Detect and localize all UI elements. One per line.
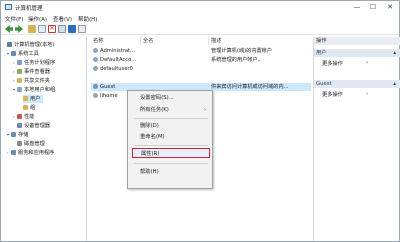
table-row[interactable]: Administrat... 管理计算机(域)的内置帐户 <box>91 47 311 55</box>
back-arrow-icon[interactable] <box>5 25 13 33</box>
title-bar: 计算机管理 — ☐ ✕ <box>1 1 399 13</box>
menu-view[interactable]: 查看(V) <box>53 15 72 23</box>
folder-icon[interactable] <box>28 25 36 33</box>
actions-group-users[interactable]: 用户 ▴ <box>314 49 400 57</box>
menu-separator <box>134 163 208 164</box>
performance-icon <box>17 113 22 119</box>
computer-management-window: 计算机管理 — ☐ ✕ 文件(F) 操作(A) 查看(V) 帮助(H) ✕ 计算… <box>0 0 400 242</box>
menu-item-rename[interactable]: 重命名(M) <box>128 132 212 142</box>
forward-arrow-icon[interactable] <box>15 25 23 33</box>
menu-item-help[interactable]: 帮助(H) <box>128 167 212 177</box>
maximize-button[interactable]: ☐ <box>365 2 381 12</box>
tree-item-storage[interactable]: ▾ 存储 <box>7 131 28 139</box>
user-name: defaultuser0 <box>100 66 133 72</box>
user-name: Guest <box>100 84 116 90</box>
chevron-right-icon: › <box>366 60 368 66</box>
tree-item-task-scheduler[interactable]: › 任务计划程序 <box>13 59 55 67</box>
close-button[interactable]: ✕ <box>382 2 398 12</box>
folder-icon <box>23 95 28 101</box>
more-actions-users[interactable]: 更多操作 › <box>322 60 368 67</box>
menu-item-all-tasks[interactable]: 所有任务(K) › <box>128 105 212 115</box>
window-title: 计算机管理 <box>15 6 43 12</box>
tree-item-shared-folders[interactable]: › 共享文件夹 <box>13 77 50 85</box>
user-description: 管理计算机(域)的内置帐户 <box>211 48 273 54</box>
disk-icon <box>17 140 22 146</box>
user-icon <box>93 65 98 71</box>
user-description: 供来宾访问计算机或访问域的内... <box>211 84 289 90</box>
minimize-button[interactable]: — <box>349 2 365 12</box>
delete-icon[interactable]: ✕ <box>48 25 56 33</box>
folder-icon <box>23 104 28 110</box>
tree-item-device-manager[interactable]: 设备管理器 <box>13 122 50 130</box>
context-menu: 设置密码(S)... 所有任务(K) › 删除(D) 重命名(M) 属性(R) … <box>127 90 213 189</box>
user-name: lihome <box>100 93 118 99</box>
table-row[interactable]: DefaultAcco... 系统管理的用户帐户。 <box>91 56 311 64</box>
help-icon[interactable] <box>68 25 76 33</box>
chevron-right-icon: › <box>204 107 206 113</box>
navigation-tree: 计算机管理(本地) ▾ 系统工具 › 任务计划程序 › 事件查看器 › 共享文件夹 ▾ 本… <box>1 37 87 241</box>
toolbar: ✕ <box>1 23 399 35</box>
services-icon <box>11 149 16 155</box>
tree-item-computer-management[interactable]: 计算机管理(本地) <box>3 41 54 49</box>
actions-pane: 操作 用户 ▴ 更多操作 › Guest ▴ 更多操作 › <box>313 37 400 241</box>
user-icon <box>93 47 98 53</box>
user-icon <box>93 92 98 98</box>
menu-item-set-password[interactable]: 设置密码(S)... <box>128 93 212 103</box>
more-actions-guest[interactable]: 更多操作 › <box>322 91 368 98</box>
users-icon <box>17 86 22 92</box>
menu-separator <box>134 145 208 146</box>
menu-item-properties[interactable]: 属性(R) <box>132 148 210 158</box>
menu-item-delete[interactable]: 删除(D) <box>128 121 212 131</box>
tree-item-system-tools[interactable]: ▾ 系统工具 <box>7 50 39 58</box>
show-hide-tree-icon[interactable] <box>38 25 46 33</box>
collapse-arrow-icon[interactable]: ▴ <box>393 49 396 57</box>
tree-item-event-viewer[interactable]: › 事件查看器 <box>13 68 50 76</box>
menu-action[interactable]: 操作(A) <box>28 15 47 23</box>
user-name: Administrat... <box>100 48 136 54</box>
tools-icon <box>11 50 16 56</box>
properties-icon[interactable] <box>58 25 66 33</box>
storage-icon <box>11 131 16 137</box>
computer-icon <box>7 41 12 47</box>
tree-item-users[interactable]: 用户 <box>23 95 44 103</box>
disabled-user-icon <box>93 83 98 89</box>
computer-management-icon <box>5 4 12 10</box>
event-viewer-icon <box>17 68 22 74</box>
user-icon <box>93 56 98 62</box>
tree-item-local-users-groups[interactable]: ▾ 本地用户和组 <box>13 86 55 94</box>
console-icon[interactable] <box>78 25 86 33</box>
menu-file[interactable]: 文件(F) <box>5 15 23 23</box>
tree-item-disk-management[interactable]: 磁盘管理 <box>13 140 45 148</box>
collapse-arrow-icon[interactable]: ▴ <box>393 80 396 88</box>
tree-item-performance[interactable]: › 性能 <box>13 113 34 121</box>
actions-header: 操作 <box>314 37 400 45</box>
column-header-name[interactable]: 名称 <box>91 37 141 45</box>
menu-bar: 文件(F) 操作(A) 查看(V) 帮助(H) <box>1 13 399 23</box>
tree-item-services-applications[interactable]: › 服务和应用程序 <box>7 149 54 157</box>
table-row[interactable]: defaultuser0 <box>91 65 311 73</box>
tree-item-groups[interactable]: 组 <box>23 104 35 112</box>
user-description: 系统管理的用户帐户。 <box>211 57 263 63</box>
menu-help[interactable]: 帮助(H) <box>78 15 97 23</box>
chevron-right-icon: › <box>366 91 368 97</box>
clock-icon <box>17 59 22 65</box>
menu-separator <box>134 118 208 119</box>
column-header-description[interactable]: 描述 <box>209 37 311 45</box>
device-manager-icon <box>17 122 22 128</box>
shared-folder-icon <box>17 77 22 83</box>
actions-group-guest[interactable]: Guest ▴ <box>314 80 400 88</box>
user-name: DefaultAcco... <box>100 57 137 63</box>
column-header-fullname[interactable]: 全名 <box>141 37 209 45</box>
